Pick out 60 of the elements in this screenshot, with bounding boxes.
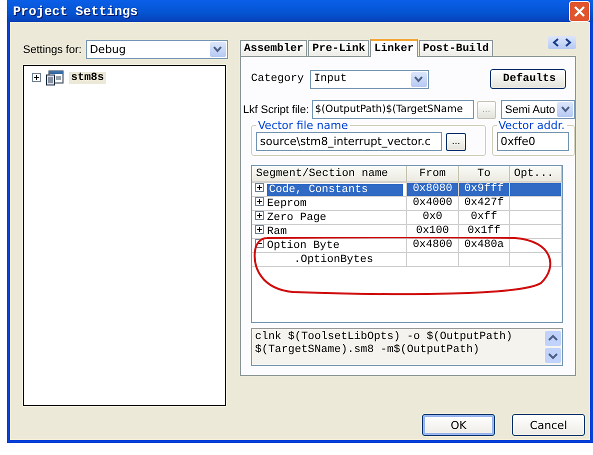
empty-cell: [407, 253, 459, 267]
table-cell: 0x9fff: [459, 183, 510, 197]
table-cell: 0x480a: [459, 239, 510, 253]
table-cell: 0x4000: [407, 197, 459, 211]
segment-name[interactable]: Eeprom: [267, 198, 307, 210]
empty-cell: [510, 239, 562, 253]
category-dropdown[interactable]: Input: [310, 70, 429, 88]
close-icon[interactable]: [574, 6, 585, 16]
expand-icon[interactable]: [255, 183, 264, 192]
segment-name[interactable]: Code, Constants: [267, 184, 403, 196]
tab[interactable]: Pre-Link: [308, 40, 370, 56]
project-icon: [46, 70, 64, 86]
lkf-script-label: Lkf Script file:: [243, 104, 310, 116]
tab[interactable]: Assembler: [240, 40, 308, 56]
segment-name[interactable]: Ram: [267, 226, 287, 238]
category-label: Category: [251, 73, 304, 85]
empty-cell: [459, 253, 510, 267]
lkf-script-field[interactable]: $(OutputPath)$(TargetSName: [312, 100, 474, 119]
table-cell: 0x4800: [407, 239, 459, 253]
expand-icon[interactable]: [255, 197, 264, 206]
script-mode-dropdown[interactable]: Semi Auto: [501, 100, 575, 119]
expand-icon[interactable]: [255, 211, 264, 220]
tab[interactable]: Post-Build: [418, 40, 493, 56]
ok-button[interactable]: OK: [422, 414, 495, 436]
command-text: clnk $(ToolsetLibOpts) -o $(OutputPath): [255, 331, 514, 344]
column-header[interactable]: To: [459, 166, 510, 183]
segment-name[interactable]: Zero Page: [267, 212, 326, 224]
column-header[interactable]: From: [407, 166, 459, 183]
table-cell: 0x0: [407, 211, 459, 225]
column-header[interactable]: Opt...: [510, 166, 562, 183]
tab-scroll-arrows-icon[interactable]: [548, 36, 576, 49]
vector-file-field[interactable]: source\stm8_interrupt_vector.c: [256, 132, 442, 151]
defaults-button[interactable]: Defaults: [490, 69, 566, 89]
scroll-down-icon[interactable]: [545, 348, 562, 363]
cancel-button[interactable]: Cancel: [512, 414, 585, 436]
table-cell: 0x100: [407, 225, 459, 239]
expand-icon[interactable]: [32, 72, 41, 82]
vector-file-legend: Vector file name: [256, 119, 350, 132]
column-header[interactable]: Segment/Section name: [252, 166, 407, 183]
section-name[interactable]: .OptionBytes: [252, 253, 407, 267]
vector-addr-field[interactable]: 0xffe0: [496, 132, 568, 151]
empty-cell: [510, 197, 562, 211]
command-text: $(TargetSName).sm8 -m$(OutputPath): [255, 344, 480, 357]
empty-cell: [510, 253, 562, 267]
settings-for-dropdown[interactable]: Debug: [86, 40, 228, 59]
table-cell: 0xff: [459, 211, 510, 225]
close-button[interactable]: [569, 0, 590, 22]
segment-name[interactable]: Option Byte: [267, 240, 340, 252]
vector-addr-legend: Vector addr.: [496, 119, 567, 132]
settings-for-label: Settings for:: [23, 44, 82, 56]
table-cell: 0x8080: [407, 183, 459, 197]
expand-icon[interactable]: [255, 225, 264, 234]
tree-item[interactable]: stm8s: [69, 72, 106, 84]
tab[interactable]: Linker: [370, 39, 418, 57]
scroll-up-icon[interactable]: [545, 331, 562, 346]
window-title: Project Settings: [13, 4, 138, 18]
browse-button[interactable]: ...: [446, 132, 466, 150]
table-cell: 0x1ff: [459, 225, 510, 239]
empty-cell: [510, 211, 562, 225]
table-cell: 0x427f: [459, 197, 510, 211]
